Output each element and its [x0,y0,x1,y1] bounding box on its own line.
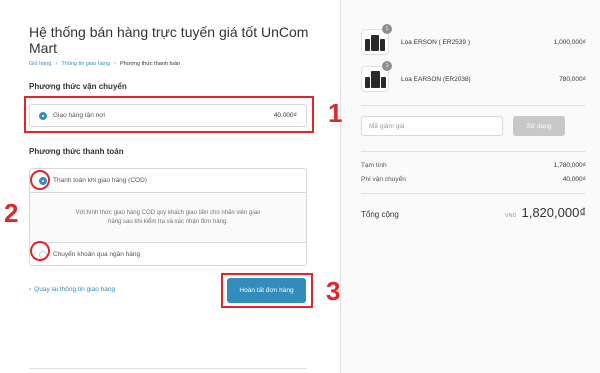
product-price: 1,000,000₫ [553,38,586,46]
breadcrumb: Giỏ hàng › Thông tin giao hàng › Phương … [29,61,180,67]
checkout-main: Hệ thống bán hàng trực tuyến giá tốt UnC… [0,0,340,373]
cod-description: Với hình thức giao hàng COD quý khách gi… [30,194,306,241]
breadcrumb-payment-method: Phương thức thanh toán [119,61,181,67]
total-value: 1,820,000₫ [521,205,586,220]
footer-divider [29,368,307,369]
product-thumbnail: 1 [361,61,392,92]
back-link-label: Quay lại thông tin giao hàng [34,286,116,293]
shipping-fee-label: Phí vận chuyển [361,176,406,183]
discount-code-input[interactable] [361,116,503,136]
shipping-fee-row: Phí vận chuyển 40,000₫ [361,176,586,183]
total-currency: VND [504,213,517,219]
annotation-circle-cod [30,170,50,190]
chevron-right-icon: › [55,61,58,67]
subtotal-row: Tạm tính 1,780,000₫ [361,162,586,169]
quantity-badge: 1 [382,24,392,34]
payment-options: Thanh toán khi giao hàng (COD) Với hình … [29,168,307,266]
summary-divider [361,105,586,106]
back-to-shipping-link[interactable]: ‹ Quay lại thông tin giao hàng [29,286,115,293]
annotation-circle-bank-transfer [30,241,50,261]
annotation-box-shipping [24,96,314,133]
product-name: Loa ERSON ( ER2539 ) [401,38,471,46]
subtotal-label: Tạm tính [361,162,387,169]
total-row: Tổng cộng VND 1,820,000₫ [361,205,586,220]
summary-divider [361,193,586,194]
shipping-method-heading: Phương thức vận chuyển [29,82,127,91]
quantity-badge: 1 [382,61,392,71]
annotation-step-1: 1 [328,98,343,128]
breadcrumb-shipping-info[interactable]: Thông tin giao hàng [61,61,110,67]
payment-option-bank-transfer[interactable]: Chuyển khoản qua ngân hàng [30,242,306,266]
breadcrumb-cart[interactable]: Giỏ hàng [29,61,51,67]
shop-title: Hệ thống bán hàng trực tuyến giá tốt UnC… [29,24,309,56]
chevron-right-icon: › [113,61,116,67]
subtotal-value: 1,780,000₫ [553,162,586,169]
annotation-box-complete [221,273,313,308]
order-summary: 1 Loa ERSON ( ER2539 ) 1,000,000₫ 1 Loa … [340,0,600,373]
shipping-fee-value: 40,000₫ [562,176,586,183]
product-name: Loa EARSON (ER2038) [401,75,471,83]
apply-discount-button[interactable]: Sử dụng [513,116,565,136]
cod-label: Thanh toán khi giao hàng (COD) [53,177,147,184]
total-label: Tổng cộng [361,210,399,219]
product-price: 780,000₫ [559,75,586,83]
product-thumbnail: 1 [361,24,392,55]
annotation-step-2: 2 [4,198,19,228]
payment-option-cod[interactable]: Thanh toán khi giao hàng (COD) [30,169,306,193]
cart-item: 1 Loa ERSON ( ER2539 ) 1,000,000₫ [361,24,586,55]
summary-divider [361,151,586,152]
chevron-left-icon: ‹ [29,286,32,293]
cart-item: 1 Loa EARSON (ER2038) 780,000₫ [361,61,586,92]
payment-method-heading: Phương thức thanh toán [29,147,124,156]
annotation-step-3: 3 [326,276,341,306]
bank-transfer-label: Chuyển khoản qua ngân hàng [53,251,141,258]
